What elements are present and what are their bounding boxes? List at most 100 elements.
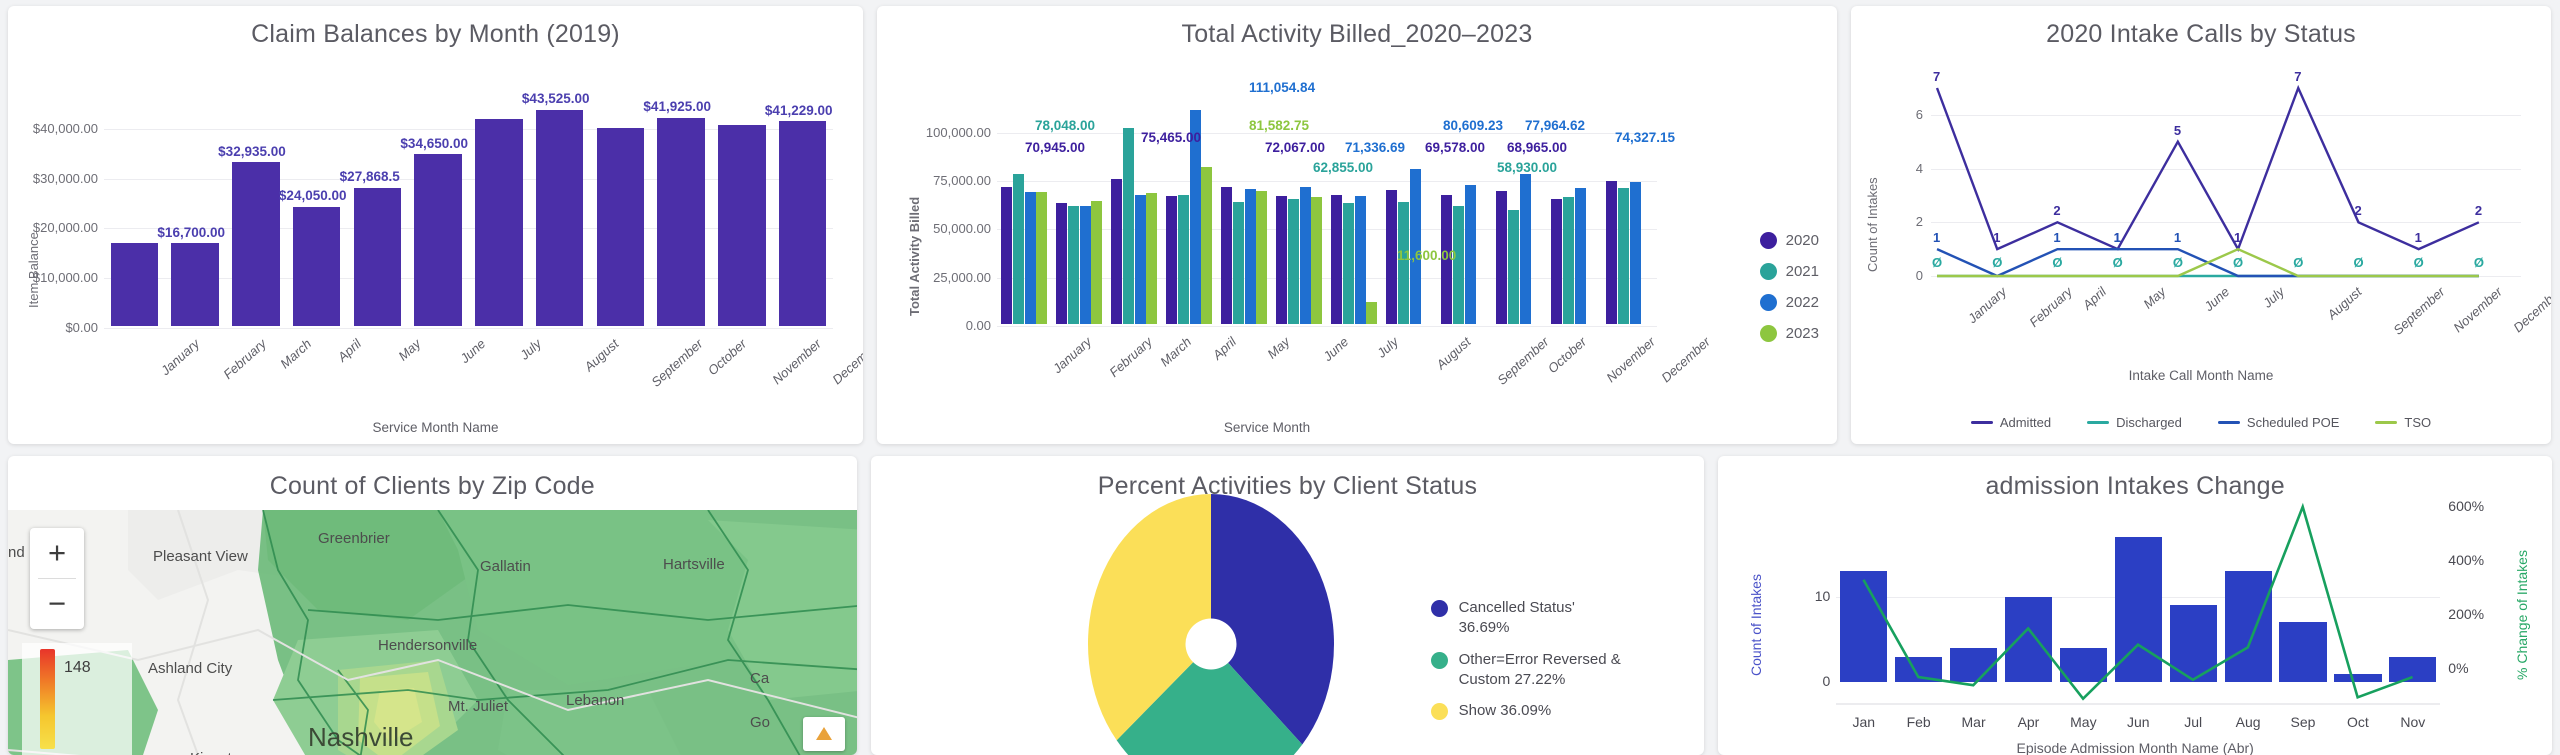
chart2-bar[interactable] <box>1629 181 1641 325</box>
chart-percent-activities[interactable]: Cancelled Status' 36.69% Other=Error Rever… <box>871 494 1705 755</box>
chart3-line-tso[interactable] <box>1937 247 2479 278</box>
panel-claim-balances[interactable]: Claim Balances by Month (2019) Item Bala… <box>8 6 863 445</box>
chart2-bar[interactable] <box>1551 199 1563 325</box>
panel-admission-intakes-change[interactable]: admission Intakes Change Count of Intake… <box>1718 456 2552 755</box>
pie-legend-item[interactable]: Cancelled Status' 36.69% <box>1430 598 1621 639</box>
chart2-bar[interactable] <box>1574 188 1586 325</box>
chart6-bar[interactable] <box>2334 673 2382 683</box>
chart3-legend-item[interactable]: Discharged <box>2087 415 2182 430</box>
panel-total-activity-billed[interactable]: Total Activity Billed_2020–2023 Total Ac… <box>877 6 1837 445</box>
chart2-bar[interactable] <box>1342 202 1354 325</box>
chart3-legend-item[interactable]: Scheduled POE <box>2217 415 2339 430</box>
chart2-legend[interactable]: 2020 2021 2022 2023 <box>1759 232 1819 356</box>
chart2-bar[interactable] <box>1464 185 1476 325</box>
pie-legend-item[interactable]: Show 36.09% <box>1430 701 1621 721</box>
chart2-legend-item[interactable]: 2022 <box>1759 294 1819 311</box>
chart3-legend-item[interactable]: TSO <box>2375 415 2431 430</box>
chart6-bar[interactable] <box>2004 596 2053 683</box>
map-zoom-controls[interactable]: + − <box>30 528 84 630</box>
chart2-bar[interactable] <box>1409 168 1421 325</box>
map-zoom-in-button[interactable]: + <box>30 528 84 578</box>
chart1-bar[interactable] <box>353 187 402 327</box>
chart3-zero-label: Ø <box>2353 255 2364 270</box>
chart2-legend-item[interactable]: 2021 <box>1759 263 1819 280</box>
chart2-bar[interactable] <box>1201 166 1213 325</box>
chart6-bar[interactable] <box>2059 647 2107 683</box>
chart2-bar[interactable] <box>1299 186 1311 325</box>
chart2-bar[interactable] <box>1496 191 1508 325</box>
chart6-x-tick: Jun <box>2126 714 2150 731</box>
pie-svg[interactable] <box>1001 494 1421 755</box>
chart2-bar[interactable] <box>1507 210 1519 325</box>
chart6-bar[interactable] <box>1949 647 1998 683</box>
chart2-bar[interactable] <box>1036 191 1048 325</box>
chart2-bar[interactable] <box>1311 196 1323 325</box>
panel-percent-activities[interactable]: Percent Activities by Client Status Canc… <box>870 456 1705 755</box>
map-compass-control[interactable] <box>802 717 845 751</box>
map-canvas[interactable]: + − 148 Greenbrier Pleasant View Gallatin H… <box>8 510 857 755</box>
chart1-bar[interactable] <box>232 162 280 327</box>
pie-legend[interactable]: Cancelled Status' 36.69% Other=Error Rever… <box>1430 598 1621 732</box>
panel-intake-calls[interactable]: 2020 Intake Calls by Status Count of Int… <box>1851 6 2551 445</box>
map-city-label: Nashville <box>308 722 414 753</box>
chart6-bar[interactable] <box>2169 605 2217 683</box>
chart1-bar[interactable] <box>718 125 766 327</box>
map-zoom-out-button[interactable]: − <box>30 579 84 629</box>
chart1-bar[interactable] <box>535 109 584 327</box>
chart1-bar[interactable] <box>110 243 159 327</box>
chart2-bar[interactable] <box>1177 195 1189 325</box>
pie-legend-item[interactable]: Other=Error Reversed & Custom 27.22% <box>1430 650 1621 691</box>
chart2-bar[interactable] <box>1067 205 1079 325</box>
chart1-bar[interactable] <box>475 119 523 327</box>
chart3-legend-item[interactable]: Admitted <box>1970 415 2051 430</box>
chart2-bar[interactable] <box>1606 180 1618 325</box>
chart2-bar[interactable] <box>1331 194 1343 325</box>
chart-claim-balances[interactable]: Item Balance $0.00 $10,000.00 $20,000.00 $30… <box>8 52 863 444</box>
chart2-legend-item[interactable]: 2020 <box>1759 232 1819 249</box>
chart2-bar[interactable] <box>1617 187 1629 325</box>
chart1-bar[interactable] <box>292 206 341 327</box>
chart3-line-admitted[interactable] <box>1935 84 2480 252</box>
chart2-bar[interactable] <box>1122 128 1134 325</box>
chart2-bar[interactable] <box>1001 187 1013 325</box>
chart6-bar[interactable] <box>2224 570 2272 683</box>
chart2-bar[interactable] <box>1256 191 1268 325</box>
chart-total-activity-billed[interactable]: Total Activity Billed 0.00 25,000.00 50,000… <box>877 52 1837 444</box>
chart2-bar[interactable] <box>1146 192 1158 325</box>
chart2-bar[interactable] <box>1134 194 1146 325</box>
chart-intake-calls[interactable]: Count of Intakes 0 2 4 6 7 1 2 1 5 1 7 2 1 2 1 1 1 1 Ø Ø Ø Ø Ø Ø… <box>1851 52 2551 444</box>
chart-admission-intakes-change[interactable]: Count of Intakes % Change of Intakes 0 10 0%… <box>1718 498 2552 755</box>
chart1-bar[interactable] <box>657 117 705 327</box>
chart3-legend[interactable]: Admitted Discharged Scheduled POE TSO <box>1851 415 2551 430</box>
chart2-bar[interactable] <box>1091 201 1103 325</box>
chart6-bar[interactable] <box>2279 622 2327 683</box>
chart6-bar[interactable] <box>1840 570 1888 683</box>
chart2-bar[interactable] <box>1111 178 1123 325</box>
chart1-bar[interactable] <box>596 128 645 327</box>
chart2-bar[interactable] <box>1386 189 1398 325</box>
chart2-bar[interactable] <box>1024 191 1036 325</box>
chart2-bar[interactable] <box>1166 196 1178 325</box>
panel-clients-by-zip[interactable]: Count of Clients by Zip Code + − 148 Gre… <box>8 456 857 755</box>
chart2-bar[interactable] <box>1452 206 1464 325</box>
chart1-x-tick: November <box>769 336 824 388</box>
chart2-bar[interactable] <box>1287 199 1299 325</box>
chart1-bar[interactable] <box>414 153 462 327</box>
chart2-bar[interactable] <box>1232 201 1244 325</box>
chart1-bar[interactable] <box>778 121 827 327</box>
chart2-bar[interactable] <box>1079 205 1091 325</box>
chart2-bar[interactable] <box>1012 173 1024 325</box>
chart2-bar[interactable] <box>1221 187 1233 325</box>
chart2-bar[interactable] <box>1366 301 1378 325</box>
chart2-bar[interactable] <box>1519 173 1531 325</box>
chart6-bar[interactable] <box>2114 536 2162 683</box>
chart6-bar[interactable] <box>2389 656 2437 683</box>
chart1-bar[interactable] <box>171 243 219 327</box>
chart2-bar[interactable] <box>1354 195 1366 325</box>
chart2-bar[interactable] <box>1244 189 1256 325</box>
chart2-legend-item[interactable]: 2023 <box>1759 325 1819 342</box>
chart2-bar[interactable] <box>1056 202 1068 325</box>
chart2-bar[interactable] <box>1562 197 1574 325</box>
chart6-bar[interactable] <box>1895 656 1943 683</box>
chart2-bar[interactable] <box>1276 195 1288 325</box>
